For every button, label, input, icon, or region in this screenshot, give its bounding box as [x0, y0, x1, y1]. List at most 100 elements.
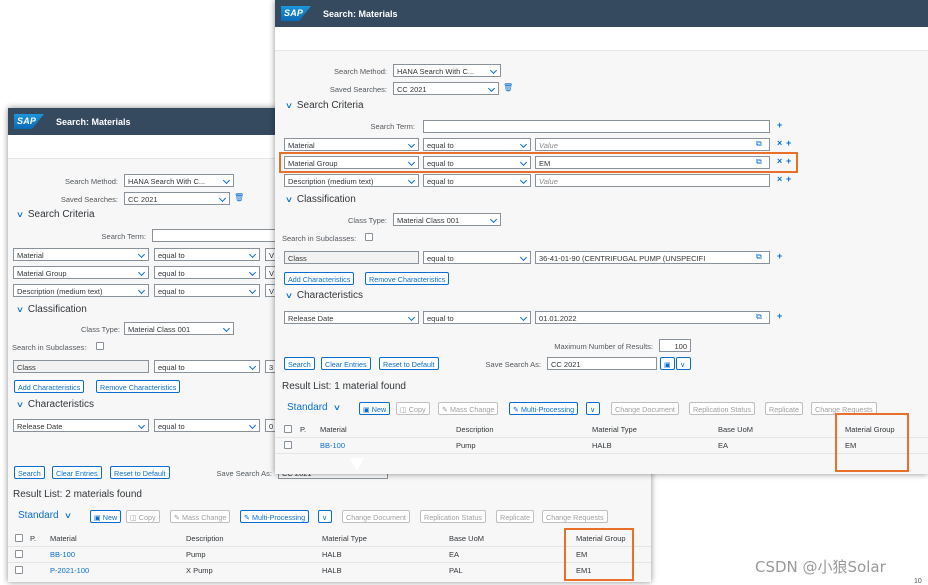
select-all-checkbox[interactable] — [284, 425, 292, 433]
trash-icon[interactable]: 🗑 — [234, 193, 244, 202]
value-help-icon[interactable]: ⧉ — [756, 252, 762, 262]
characteristics-header[interactable]: ∨ Characteristics — [16, 399, 94, 410]
remove-row-icon[interactable]: × — [777, 138, 782, 148]
search-term-input[interactable] — [152, 229, 292, 242]
divider — [275, 437, 928, 438]
multi-processing-button[interactable]: ✎ Multi-Processing — [509, 402, 579, 415]
remove-characteristics-button[interactable]: Remove Characteristics — [96, 380, 181, 393]
reset-default-button[interactable]: Reset to Default — [379, 357, 439, 370]
remove-characteristics-button[interactable]: Remove Characteristics — [365, 272, 450, 285]
saved-searches-select[interactable]: CC 2021 — [124, 192, 230, 205]
criteria-operator-select[interactable]: equal to — [423, 174, 531, 187]
search-button[interactable]: Search — [284, 357, 315, 370]
search-method-select[interactable]: HANA Search With C... — [124, 174, 234, 187]
characteristics-header[interactable]: ∨ Characteristics — [285, 290, 363, 301]
classification-header[interactable]: ∨ Classification — [285, 194, 356, 205]
replication-status-button[interactable]: Replication Status — [420, 510, 486, 523]
save-icon[interactable]: ▣ — [660, 357, 675, 370]
search-criteria-header[interactable]: ∨ Search Criteria — [16, 209, 95, 220]
column-header: Base UoM — [718, 425, 754, 434]
add-row-icon[interactable]: + — [786, 138, 791, 148]
replicate-button[interactable]: Replicate — [496, 510, 534, 523]
result-count: Result List: 1 material found — [282, 381, 406, 392]
value-help-icon[interactable]: ⧉ — [756, 139, 762, 149]
char-field-select[interactable]: Release Date — [13, 419, 149, 432]
class-operator-select[interactable]: equal to — [154, 360, 260, 373]
shell-bar: SAP Search: Materials — [275, 0, 928, 27]
mass-change-button[interactable]: ✎ Mass Change — [438, 402, 499, 415]
new-button[interactable]: ▣ New — [359, 402, 391, 415]
criteria-field-select[interactable]: Material — [13, 248, 149, 261]
change-document-button[interactable]: Change Document — [342, 510, 410, 523]
criteria-field-select[interactable]: Material — [284, 138, 419, 151]
search-in-subclasses-label: Search in Subclasses: — [12, 343, 87, 352]
add-row-icon[interactable]: + — [786, 174, 791, 184]
criteria-operator-select[interactable]: equal to — [423, 138, 531, 151]
clear-entries-button[interactable]: Clear Entries — [52, 466, 102, 479]
sub-header — [275, 27, 928, 51]
add-icon[interactable]: + — [777, 311, 782, 321]
replication-status-button[interactable]: Replication Status — [689, 402, 755, 415]
char-field-select[interactable]: Release Date — [284, 311, 419, 324]
multi-processing-button[interactable]: ✎ Multi-Processing — [240, 510, 310, 523]
add-icon[interactable]: + — [777, 120, 782, 130]
change-requests-button[interactable]: Change Requests — [542, 510, 608, 523]
multi-processing-dropdown[interactable]: ∨ — [586, 402, 600, 415]
divider — [8, 546, 651, 547]
sap-logo: SAP — [281, 6, 311, 21]
criteria-operator-select[interactable]: equal to — [154, 248, 260, 261]
criteria-value-input[interactable]: Value — [535, 174, 770, 187]
save-dropdown[interactable]: ∨ — [676, 357, 691, 370]
new-button[interactable]: ▣ New — [90, 510, 122, 523]
criteria-field-select[interactable]: Material Group — [13, 266, 149, 279]
add-characteristics-button[interactable]: Add Characteristics — [14, 380, 85, 393]
search-method-select[interactable]: HANA Search With C... — [393, 64, 501, 77]
subclasses-checkbox[interactable] — [96, 342, 104, 350]
subclasses-checkbox[interactable] — [365, 233, 373, 241]
replicate-button[interactable]: Replicate — [765, 402, 803, 415]
class-value-input[interactable]: 36-41-01-90 (CENTRIFUGAL PUMP (UNSPECIFI — [535, 251, 770, 264]
class-type-label: Class Type: — [80, 325, 120, 334]
material-link[interactable]: BB-100 — [50, 550, 75, 559]
classification-header[interactable]: ∨ Classification — [16, 304, 87, 315]
chevron-down-icon: ∨ — [284, 101, 294, 110]
add-characteristics-button[interactable]: Add Characteristics — [284, 272, 355, 285]
material-link[interactable]: BB-100 — [320, 441, 345, 450]
variant-selector[interactable]: Standard ∨ — [18, 510, 76, 521]
max-results-input[interactable]: 100 — [659, 339, 691, 352]
clear-entries-button[interactable]: Clear Entries — [321, 357, 371, 370]
save-search-as-input[interactable]: CC 2021 — [547, 357, 657, 370]
char-operator-select[interactable]: equal to — [423, 311, 531, 324]
search-criteria-header[interactable]: ∨ Search Criteria — [284, 100, 364, 111]
copy-button[interactable]: ◫ Copy — [396, 402, 430, 415]
trash-icon[interactable]: 🗑 — [503, 83, 513, 92]
add-icon[interactable]: + — [777, 251, 782, 261]
value-help-icon[interactable]: ⧉ — [756, 312, 762, 322]
criteria-field-select[interactable]: Description (medium text) — [284, 174, 419, 187]
criteria-operator-select[interactable]: equal to — [154, 284, 260, 297]
saved-searches-select[interactable]: CC 2021 — [393, 82, 499, 95]
class-type-select[interactable]: Material Class 001 — [393, 213, 501, 226]
class-operator-select[interactable]: equal to — [423, 251, 531, 264]
search-button[interactable]: Search — [14, 466, 45, 479]
mass-change-button[interactable]: ✎ Mass Change — [170, 510, 231, 523]
row-checkbox[interactable] — [15, 550, 23, 558]
multi-processing-dropdown[interactable]: ∨ — [318, 510, 332, 523]
material-link[interactable]: P-2021-100 — [50, 566, 89, 575]
copy-button[interactable]: ◫ Copy — [126, 510, 160, 523]
row-checkbox[interactable] — [284, 441, 292, 449]
criteria-value-input[interactable]: Value — [535, 138, 770, 151]
page-number: 10 — [914, 578, 922, 585]
char-value-input[interactable]: 01.01.2022 — [535, 311, 770, 324]
reset-default-button[interactable]: Reset to Default — [110, 466, 170, 479]
select-all-checkbox[interactable] — [15, 534, 23, 542]
criteria-operator-select[interactable]: equal to — [154, 266, 260, 279]
remove-row-icon[interactable]: × — [777, 174, 782, 184]
variant-selector[interactable]: Standard ∨ — [287, 402, 345, 413]
search-term-input[interactable] — [423, 120, 770, 133]
change-document-button[interactable]: Change Document — [611, 402, 679, 415]
char-operator-select[interactable]: equal to — [154, 419, 260, 432]
criteria-field-select[interactable]: Description (medium text) — [13, 284, 149, 297]
row-checkbox[interactable] — [15, 566, 23, 574]
class-type-select[interactable]: Material Class 001 — [124, 322, 234, 335]
